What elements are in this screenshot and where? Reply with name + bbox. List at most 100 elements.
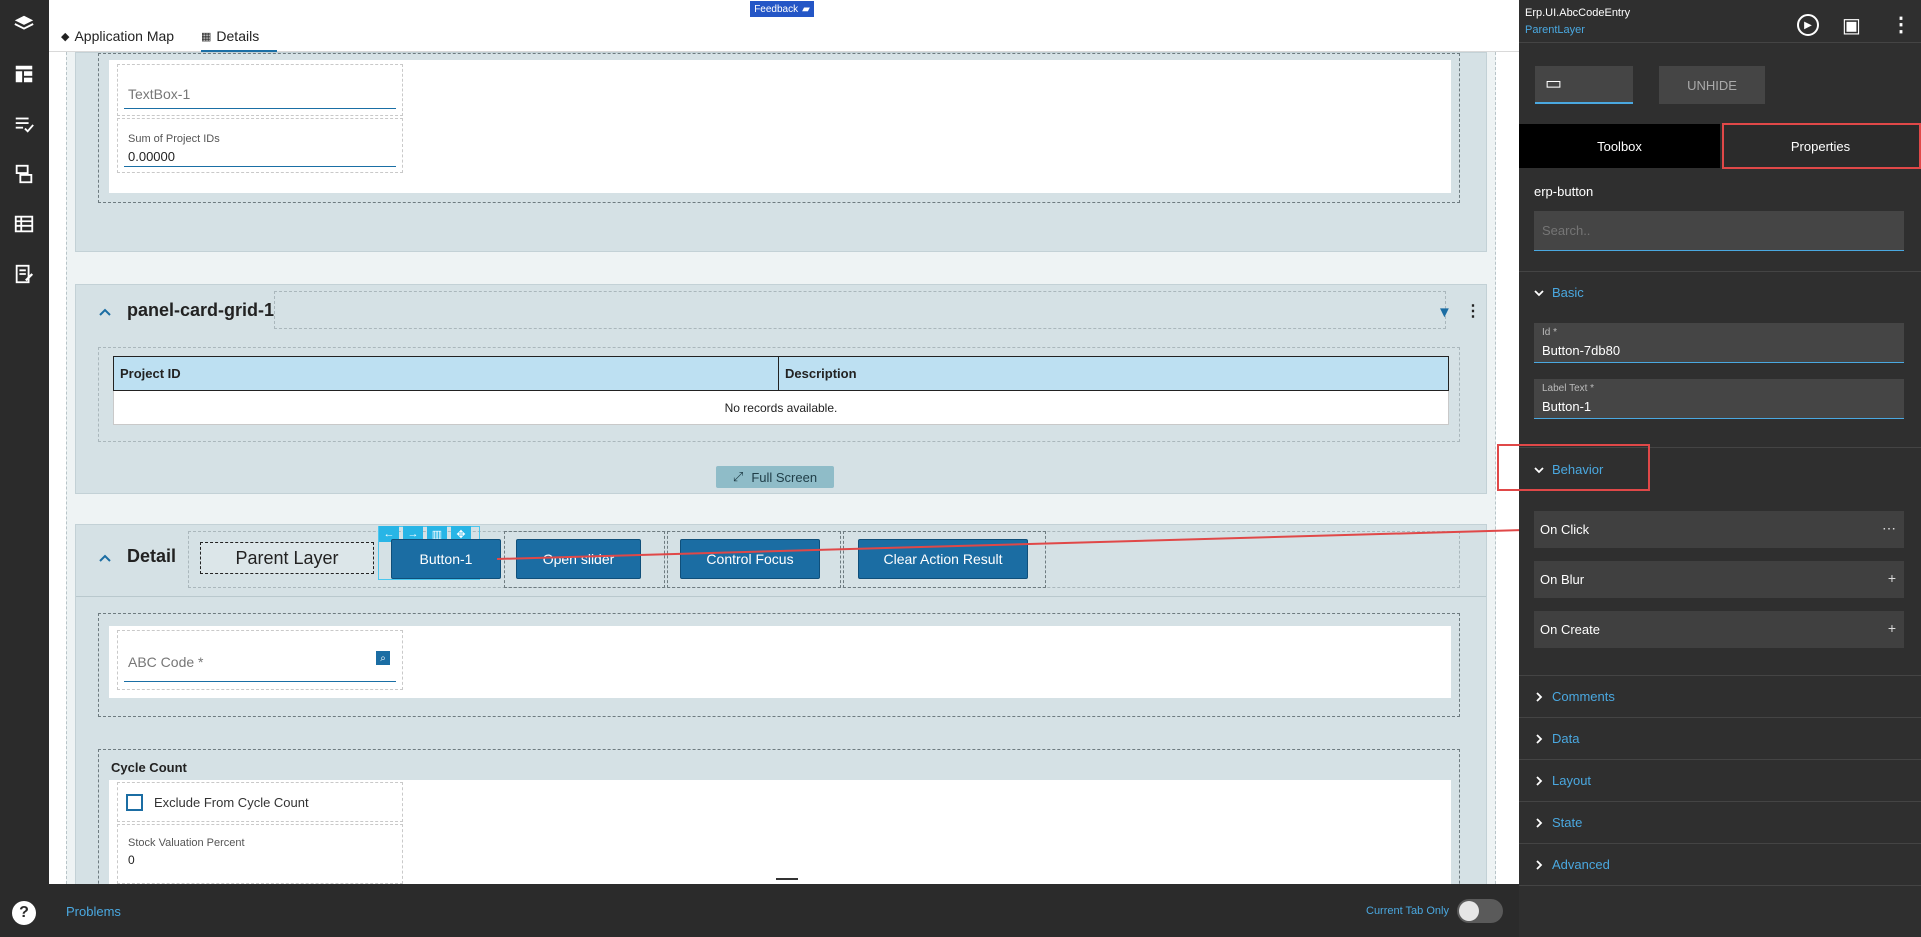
clear-action-result-button[interactable]: Clear Action Result	[858, 539, 1028, 579]
abc-code-placeholder: ABC Code *	[128, 654, 204, 670]
save-icon[interactable]: ▣	[1842, 13, 1861, 38]
desktop-view-button[interactable]: ▭	[1535, 66, 1633, 104]
properties-panel: Erp.UI.AbcCodeEntry ParentLayer ▶ ▣ ⋮ ▭ …	[1497, 0, 1921, 937]
section-label: Advanced	[1552, 857, 1610, 872]
page-layout-icon[interactable]	[12, 62, 36, 86]
unhide-button[interactable]: UNHIDE	[1659, 66, 1765, 104]
table-icon[interactable]	[12, 212, 36, 236]
more-horizontal-icon[interactable]: ⋯	[1882, 520, 1896, 537]
chevron-up-icon[interactable]	[98, 307, 112, 317]
control-focus-button[interactable]: Control Focus	[680, 539, 820, 579]
section-state[interactable]: State	[1534, 815, 1582, 830]
cycle-count-form: Exclude From Cycle Count Stock Valuation…	[109, 780, 1451, 884]
label-text-field[interactable]: Label Text * Button-1	[1534, 379, 1904, 419]
laptop-icon: ▭	[1545, 73, 1563, 93]
bottom-bar: Problems Current Tab Only	[49, 884, 1519, 937]
label-text-value: Button-1	[1542, 399, 1592, 414]
current-tab-only-toggle[interactable]	[1457, 899, 1503, 923]
section-label: Comments	[1552, 689, 1615, 704]
tab-label: Application Map	[74, 28, 175, 44]
plus-icon[interactable]: +	[1888, 620, 1896, 636]
abc-container: ABC Code * ⌕	[98, 613, 1460, 717]
more-vertical-icon[interactable]: ⋮	[1891, 12, 1911, 37]
divider	[1519, 42, 1921, 43]
field-underline	[124, 108, 396, 109]
grid-container: Project ID Description No records availa…	[98, 347, 1460, 442]
panel-header-slot	[274, 291, 1446, 329]
abc-form: ABC Code * ⌕	[109, 626, 1451, 698]
button-1[interactable]: Button-1	[391, 539, 501, 579]
feedback-button[interactable]: Feedback ▰	[750, 1, 814, 17]
section-basic[interactable]: Basic	[1534, 285, 1584, 300]
chevron-down-icon	[1534, 289, 1544, 296]
project-grid: Project ID Description No records availa…	[113, 356, 1449, 425]
toggle-knob	[1459, 901, 1479, 921]
tab-label: Details	[216, 28, 260, 44]
textbox-1-field[interactable]: TextBox-1	[117, 64, 403, 116]
id-field[interactable]: Id * Button-7db80	[1534, 323, 1904, 363]
property-search-input[interactable]	[1534, 211, 1904, 251]
full-screen-label: Full Screen	[751, 469, 818, 485]
textbox-placeholder: TextBox-1	[128, 86, 191, 102]
plus-icon[interactable]: +	[1888, 570, 1896, 586]
highlight-box	[1722, 123, 1921, 169]
section-comments[interactable]: Comments	[1534, 689, 1615, 704]
pages-icon[interactable]	[12, 162, 36, 186]
checklist-icon[interactable]	[12, 112, 36, 136]
parent-layer-label[interactable]: Parent Layer	[200, 542, 374, 574]
section-advanced[interactable]: Advanced	[1534, 857, 1610, 872]
exclude-checkbox[interactable]	[126, 794, 143, 811]
current-tab-only-label: Current Tab Only	[1366, 905, 1449, 917]
tab-application-map[interactable]: ◆ Application Map	[61, 28, 174, 44]
column-header-description[interactable]: Description	[778, 356, 1449, 391]
stock-valuation-field[interactable]: Stock Valuation Percent 0	[117, 824, 403, 884]
left-rail: ?	[0, 0, 49, 937]
search-lookup-icon[interactable]: ⌕	[376, 651, 390, 665]
panel-card-grid: panel-card-grid-1 ▼ ⋮ Project ID Descrip…	[75, 284, 1487, 494]
event-label: On Create	[1540, 622, 1600, 637]
divider	[1519, 885, 1921, 886]
stock-value: 0	[128, 853, 135, 867]
panel-title: panel-card-grid-1	[127, 300, 275, 320]
open-slider-button[interactable]: Open slider	[516, 539, 641, 579]
cycle-count-container: Cycle Count Exclude From Cycle Count Sto…	[98, 749, 1460, 884]
chevron-right-icon	[1536, 817, 1543, 828]
chevron-up-icon[interactable]	[98, 553, 112, 563]
chevron-right-icon	[1536, 691, 1543, 702]
chevron-right-icon	[1536, 733, 1543, 744]
tab-details[interactable]: ▦ Details	[201, 28, 277, 52]
layers-icon[interactable]	[12, 12, 36, 36]
divider	[1519, 271, 1921, 272]
top-container: TextBox-1 Sum of Project IDs 0.00000	[98, 53, 1460, 203]
event-on-click[interactable]: On Click ⋯	[1534, 511, 1904, 548]
event-on-blur[interactable]: On Blur +	[1534, 561, 1904, 598]
sum-project-ids-field[interactable]: Sum of Project IDs 0.00000	[117, 118, 403, 173]
chevron-right-icon	[1536, 775, 1543, 786]
help-icon[interactable]: ?	[12, 901, 36, 925]
section-layout[interactable]: Layout	[1534, 773, 1591, 788]
problems-link[interactable]: Problems	[66, 904, 121, 919]
section-label: Data	[1552, 731, 1580, 746]
resize-handle[interactable]	[776, 878, 798, 880]
top-form: TextBox-1 Sum of Project IDs 0.00000	[109, 60, 1451, 193]
sum-value: 0.00000	[128, 149, 175, 164]
divider	[1519, 675, 1921, 676]
divider	[76, 596, 1486, 597]
exclude-label: Exclude From Cycle Count	[154, 795, 309, 810]
cycle-count-title: Cycle Count	[111, 760, 187, 775]
more-vertical-icon[interactable]: ⋮	[1465, 301, 1481, 321]
section-data[interactable]: Data	[1534, 731, 1579, 746]
layer-name[interactable]: ParentLayer	[1525, 24, 1585, 36]
column-header-project-id[interactable]: Project ID	[113, 356, 779, 391]
stock-label: Stock Valuation Percent	[128, 837, 245, 849]
form-edit-icon[interactable]	[12, 262, 36, 286]
play-icon[interactable]: ▶	[1797, 14, 1819, 36]
full-screen-button[interactable]: ⤢ Full Screen	[716, 466, 834, 488]
event-on-create[interactable]: On Create +	[1534, 611, 1904, 648]
tab-toolbox[interactable]: Toolbox	[1519, 124, 1720, 168]
layers-icon: ◆	[61, 30, 70, 43]
chevron-right-icon	[1536, 859, 1543, 870]
filter-icon[interactable]: ▼	[1437, 304, 1452, 321]
abc-code-field[interactable]: ABC Code * ⌕	[117, 630, 403, 690]
empty-grid-message: No records available.	[113, 390, 1449, 425]
